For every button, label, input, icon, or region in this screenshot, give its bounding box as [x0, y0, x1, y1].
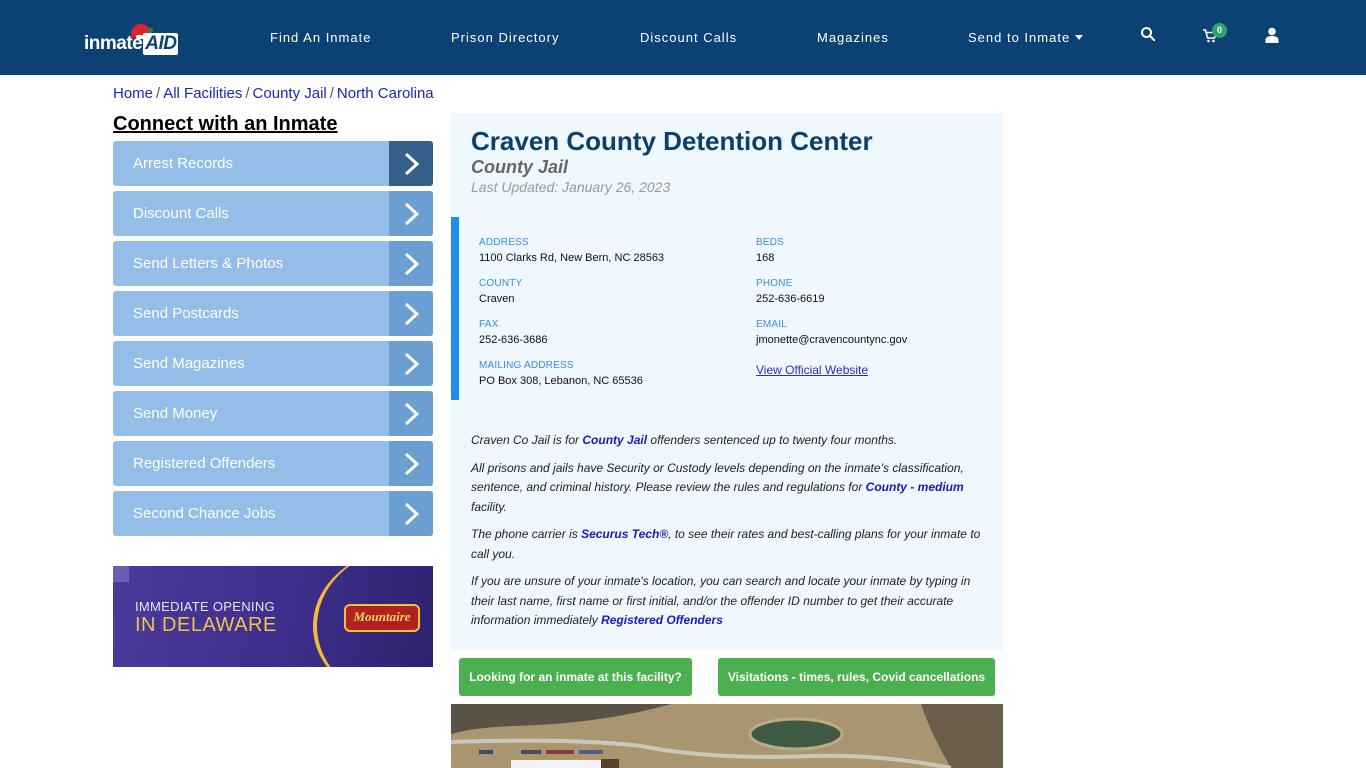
caret-down-icon: [1075, 35, 1084, 40]
chevron-right-icon: [389, 191, 433, 236]
description-paragraph: Craven Co Jail is for County Jail offend…: [471, 431, 986, 451]
security-level-link[interactable]: County - medium: [866, 480, 964, 494]
sidebar-item-label: Registered Offenders: [133, 455, 276, 472]
facility-title: Craven County Detention Center: [471, 126, 873, 156]
text: The phone carrier is: [471, 527, 582, 541]
field-value: jmonette@cravencountync.gov: [756, 334, 908, 346]
field-value: 252-636-3686: [479, 334, 548, 346]
county-jail-link[interactable]: County Jail: [582, 433, 647, 447]
field-label: EMAIL: [756, 319, 788, 330]
sidebar-item-send-letters-photos[interactable]: Send Letters & Photos: [113, 241, 433, 286]
sidebar-item-registered-offenders[interactable]: Registered Offenders: [113, 441, 433, 486]
nav-find-an-inmate[interactable]: Find An Inmate: [270, 30, 371, 45]
ad-brand-logo: Mountaire: [344, 604, 420, 632]
logo-text: inmate: [84, 33, 143, 54]
nav-send-to-inmate[interactable]: Send to Inmate: [968, 30, 1084, 45]
breadcrumb-separator: /: [329, 85, 334, 102]
description-paragraph: If you are unsure of your inmate's locat…: [471, 572, 986, 631]
mailing-address-field: MAILING ADDRESS PO Box 308, Lebanon, NC …: [479, 360, 643, 387]
beds-field: BEDS 168: [756, 237, 784, 264]
field-label: FAX: [479, 319, 499, 330]
sidebar-item-arrest-records[interactable]: Arrest Records: [113, 141, 433, 186]
user-icon[interactable]: [1265, 27, 1285, 47]
field-value: 252-636-6619: [756, 293, 825, 305]
logo-accent: AID: [143, 33, 179, 55]
phone-carrier-link[interactable]: Securus Tech®: [581, 527, 668, 541]
breadcrumb-home[interactable]: Home: [113, 85, 153, 102]
visitations-button[interactable]: Visitations - times, rules, Covid cancel…: [718, 658, 995, 696]
chevron-right-icon: [389, 491, 433, 536]
aerial-photo-graphic: [451, 704, 1003, 768]
sidebar-item-send-magazines[interactable]: Send Magazines: [113, 341, 433, 386]
chevron-right-icon: [389, 341, 433, 386]
facility-description: Craven Co Jail is for County Jail offend…: [471, 431, 986, 639]
sidebar-item-label: Arrest Records: [133, 155, 234, 172]
address-field: ADDRESS 1100 Clarks Rd, New Bern, NC 285…: [479, 237, 664, 264]
ad-subheadline: IN DELAWARE: [135, 614, 277, 636]
inmateaid-logo[interactable]: inmate AID: [84, 22, 184, 56]
field-value: 1100 Clarks Rd, New Bern, NC 28563: [479, 252, 665, 264]
top-nav-bar: inmate AID Find An Inmate Prison Director…: [0, 0, 1366, 75]
logo-wordmark: inmate AID: [84, 33, 179, 55]
sidebar-item-label: Discount Calls: [133, 205, 229, 222]
county-field: COUNTY Craven: [479, 278, 522, 305]
ad-decoration: [113, 566, 129, 582]
last-updated: Last Updated: January 26, 2023: [471, 179, 671, 195]
sidebar-item-label: Send Postcards: [133, 305, 239, 322]
fax-field: FAX 252-636-3686: [479, 319, 548, 346]
breadcrumb-separator: /: [156, 85, 161, 102]
breadcrumb-all-facilities[interactable]: All Facilities: [163, 85, 242, 102]
nav-prison-directory[interactable]: Prison Directory: [451, 30, 559, 45]
sidebar-item-label: Send Letters & Photos: [133, 255, 284, 272]
chevron-right-icon: [389, 441, 433, 486]
chevron-right-icon: [389, 141, 433, 186]
field-label: COUNTY: [479, 278, 523, 289]
email-field: EMAIL jmonette@cravencountync.gov: [756, 319, 907, 346]
official-website-link[interactable]: View Official Website: [756, 363, 868, 377]
sidebar-item-discount-calls[interactable]: Discount Calls: [113, 191, 433, 236]
ad-headline: IMMEDIATE OPENING: [135, 599, 275, 614]
chevron-right-icon: [389, 291, 433, 336]
nav-magazines[interactable]: Magazines: [817, 30, 889, 45]
nav-discount-calls[interactable]: Discount Calls: [640, 30, 737, 45]
nav-send-to-inmate-label: Send to Inmate: [968, 30, 1071, 45]
breadcrumb: Home / All Facilities / County Jail / North Ca…: [113, 85, 434, 102]
search-icon[interactable]: [1140, 26, 1160, 46]
sidebar-item-label: Second Chance Jobs: [133, 505, 276, 522]
phone-field: PHONE 252-636-6619: [756, 278, 825, 305]
breadcrumb-county-jail[interactable]: County Jail: [253, 85, 327, 102]
field-value: Craven: [479, 293, 515, 305]
info-accent-bar: [451, 217, 459, 400]
sidebar-item-second-chance-jobs[interactable]: Second Chance Jobs: [113, 491, 433, 536]
find-inmate-at-facility-button[interactable]: Looking for an inmate at this facility?: [459, 658, 692, 696]
field-value: PO Box 308, Lebanon, NC 65536: [479, 375, 643, 387]
breadcrumb-north-carolina[interactable]: North Carolina: [337, 85, 434, 102]
connect-with-inmate-heading: Connect with an Inmate: [113, 113, 338, 135]
facility-panel: Craven County Detention Center County Ja…: [451, 113, 1003, 650]
sidebar-item-label: Send Money: [133, 405, 218, 422]
ad-banner[interactable]: IMMEDIATE OPENING IN DELAWARE Mountaire: [113, 566, 433, 667]
sidebar-item-send-postcards[interactable]: Send Postcards: [113, 291, 433, 336]
text: offenders sentenced up to twenty four mo…: [647, 433, 898, 447]
text: facility.: [471, 499, 507, 514]
chevron-right-icon: [389, 391, 433, 436]
field-label: PHONE: [756, 278, 793, 289]
description-paragraph: The phone carrier is Securus Tech®, to s…: [471, 525, 986, 564]
facility-type: County Jail: [471, 157, 569, 177]
chevron-right-icon: [389, 241, 433, 286]
facility-aerial-photo: [451, 704, 1003, 768]
text: Craven Co Jail is for: [471, 433, 583, 447]
field-label: ADDRESS: [479, 237, 529, 248]
field-value: 168: [756, 252, 775, 264]
description-paragraph: All prisons and jails have Security or C…: [471, 459, 986, 518]
registered-offenders-link[interactable]: Registered Offenders: [601, 613, 723, 627]
field-label: BEDS: [756, 237, 785, 248]
breadcrumb-separator: /: [245, 85, 250, 102]
cart-count-badge: 0: [1212, 23, 1227, 38]
sidebar-item-label: Send Magazines: [133, 355, 245, 372]
field-label: MAILING ADDRESS: [479, 360, 574, 371]
sidebar-item-send-money[interactable]: Send Money: [113, 391, 433, 436]
connect-menu: Arrest Records Discount Calls Send Lette…: [113, 141, 433, 541]
